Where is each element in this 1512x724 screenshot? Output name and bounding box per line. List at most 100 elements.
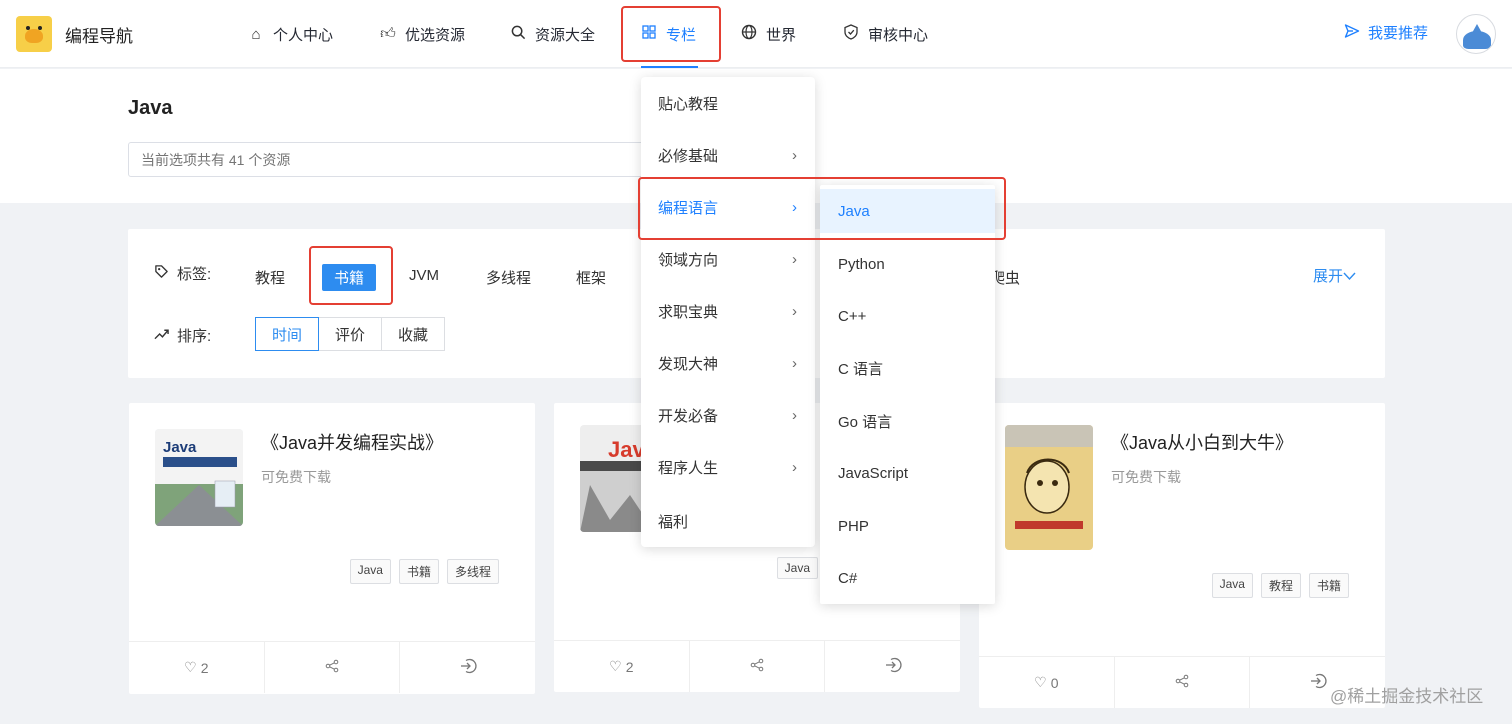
open-link-button[interactable] bbox=[399, 642, 535, 693]
nav-item-label: 优选资源 bbox=[405, 26, 466, 44]
card-footer: ♡ 2 bbox=[554, 640, 960, 692]
recommend-label: 我要推荐 bbox=[1368, 25, 1429, 42]
menu-item-domains[interactable]: 领域方向 › bbox=[641, 233, 815, 285]
share-icon bbox=[750, 658, 764, 675]
globe-icon bbox=[740, 24, 758, 44]
card-tag[interactable]: Java bbox=[776, 557, 818, 579]
tags-row-label: 标签: bbox=[154, 263, 211, 284]
recommend-button[interactable]: 我要推荐 bbox=[1344, 22, 1428, 43]
menu-item-label: 领域方向 bbox=[658, 251, 719, 269]
card-subtitle: 可免费下载 bbox=[1111, 469, 1181, 485]
tags-label: 标签: bbox=[177, 266, 212, 283]
sort-row-label: 排序: bbox=[154, 325, 211, 346]
highlight-box-programming-languages bbox=[638, 177, 1006, 240]
submenu-item-python[interactable]: Python bbox=[820, 238, 995, 290]
share-button[interactable] bbox=[688, 641, 825, 692]
tag-filter-jvm[interactable]: JVM bbox=[409, 267, 439, 284]
card-tags: Java 教程 书籍 bbox=[1211, 573, 1349, 598]
card-tag[interactable]: 教程 bbox=[1260, 573, 1301, 598]
highlight-box-columns bbox=[621, 6, 721, 62]
chevron-right-icon: › bbox=[792, 146, 797, 164]
card-tag[interactable]: 多线程 bbox=[446, 559, 499, 584]
submenu-item-c[interactable]: C 语言 bbox=[820, 342, 995, 394]
heart-icon: ♡ bbox=[609, 658, 622, 674]
columns-dropdown-menu: 贴心教程 必修基础 › 编程语言 › 领域方向 › 求职宝典 › 发现大神 › 开发必备 ›… bbox=[641, 77, 815, 547]
enter-icon bbox=[459, 657, 477, 678]
menu-item-discover-experts[interactable]: 发现大神 › bbox=[641, 337, 815, 389]
chevron-down-icon bbox=[1343, 268, 1356, 285]
duck-beak-icon bbox=[25, 29, 43, 43]
card-title[interactable]: 《Java并发编程实战》 bbox=[261, 429, 443, 455]
sort-by-time-button[interactable]: 时间 bbox=[255, 317, 319, 351]
trend-icon bbox=[154, 327, 169, 344]
nav-item-label: 资源大全 bbox=[535, 26, 596, 44]
nav-item-label: 世界 bbox=[766, 26, 797, 44]
page-title: Java bbox=[128, 97, 173, 119]
menu-item-programmer-life[interactable]: 程序人生 › bbox=[641, 441, 815, 493]
resource-card[interactable]: Java 《Java并发编程实战》 可免费下载 Java 书籍 多线程 ♡ 2 bbox=[129, 403, 535, 694]
card-tag[interactable]: Java bbox=[349, 559, 391, 584]
nav-item-selected-resources[interactable]: 👍︎ 优选资源 bbox=[379, 20, 465, 48]
like-button[interactable]: ♡ 2 bbox=[129, 642, 264, 693]
sort-by-rating-button[interactable]: 评价 bbox=[318, 317, 382, 351]
card-tag[interactable]: Java bbox=[1211, 573, 1253, 598]
menu-item-fundamentals[interactable]: 必修基础 › bbox=[641, 129, 815, 181]
send-icon bbox=[1344, 23, 1360, 43]
sort-label: 排序: bbox=[177, 328, 212, 345]
sort-button-group: 时间 评价 收藏 bbox=[255, 317, 445, 351]
shield-icon bbox=[842, 24, 860, 44]
brand-name[interactable]: 编程导航 bbox=[65, 22, 133, 47]
enter-icon bbox=[884, 656, 902, 677]
submenu-item-cpp[interactable]: C++ bbox=[820, 290, 995, 342]
search-input[interactable] bbox=[128, 142, 648, 177]
expand-tags-button[interactable]: 展开 bbox=[1313, 265, 1356, 286]
logo[interactable] bbox=[16, 16, 52, 52]
sort-by-favorites-button[interactable]: 收藏 bbox=[381, 317, 445, 351]
nav-item-world[interactable]: 世界 bbox=[740, 20, 796, 48]
share-button[interactable] bbox=[263, 642, 400, 693]
top-nav-bar: 编程导航 ⌂ 个人中心 👍︎ 优选资源 资源大全 专栏 世界 审核中心 我要推荐 bbox=[0, 0, 1512, 68]
search-icon bbox=[509, 25, 527, 44]
share-button[interactable] bbox=[1113, 657, 1250, 708]
like-button[interactable]: ♡ 0 bbox=[979, 657, 1114, 708]
resource-card[interactable]: 《Java从小白到大牛》 可免费下载 Java 教程 书籍 ♡ 0 bbox=[979, 403, 1385, 708]
menu-item-label: 福利 bbox=[658, 513, 689, 531]
card-tag[interactable]: 书籍 bbox=[1308, 573, 1349, 598]
menu-item-job-guide[interactable]: 求职宝典 › bbox=[641, 285, 815, 337]
nav-item-personal-center[interactable]: ⌂ 个人中心 bbox=[247, 20, 333, 48]
menu-item-dev-essentials[interactable]: 开发必备 › bbox=[641, 389, 815, 441]
card-tag[interactable]: 书籍 bbox=[398, 559, 439, 584]
submenu-item-javascript[interactable]: JavaScript bbox=[820, 447, 995, 499]
menu-item-benefits[interactable]: 福利 bbox=[641, 495, 815, 547]
like-button[interactable]: ♡ 2 bbox=[554, 641, 689, 692]
language-submenu: Java Python C++ C 语言 Go 语言 JavaScript PH… bbox=[820, 185, 995, 604]
nav-active-underline bbox=[641, 66, 698, 68]
book-cover-image[interactable]: Java bbox=[155, 429, 243, 526]
submenu-item-go[interactable]: Go 语言 bbox=[820, 395, 995, 447]
expand-label: 展开 bbox=[1313, 268, 1344, 285]
card-title[interactable]: 《Java从小白到大牛》 bbox=[1111, 429, 1293, 455]
chevron-right-icon: › bbox=[792, 250, 797, 268]
book-cover-image[interactable] bbox=[1005, 425, 1093, 550]
submenu-item-php[interactable]: PHP bbox=[820, 500, 995, 552]
avatar[interactable] bbox=[1456, 14, 1496, 54]
watermark: @稀土掘金技术社区 bbox=[1330, 687, 1484, 706]
menu-item-tutorials[interactable]: 贴心教程 bbox=[641, 77, 815, 129]
nav-item-review-center[interactable]: 审核中心 bbox=[842, 20, 928, 48]
nav-item-all-resources[interactable]: 资源大全 bbox=[509, 20, 595, 48]
card-subtitle: 可免费下载 bbox=[261, 469, 331, 485]
highlight-box-books bbox=[309, 246, 393, 305]
tag-filter-multithreading[interactable]: 多线程 bbox=[486, 267, 531, 288]
card-tags: Java 书籍 多线程 bbox=[349, 559, 499, 584]
chevron-right-icon: › bbox=[792, 302, 797, 320]
menu-item-label: 必修基础 bbox=[658, 147, 719, 165]
nav-item-label: 个人中心 bbox=[273, 26, 334, 44]
tag-filter-framework[interactable]: 框架 bbox=[576, 267, 606, 288]
like-count: 2 bbox=[625, 658, 634, 675]
menu-item-label: 贴心教程 bbox=[658, 95, 719, 113]
open-link-button[interactable] bbox=[824, 641, 960, 692]
submenu-item-csharp[interactable]: C# bbox=[820, 552, 995, 604]
thumbs-up-icon: 👍︎ bbox=[380, 25, 396, 42]
tag-filter-tutorial[interactable]: 教程 bbox=[255, 267, 285, 288]
like-count: 0 bbox=[1050, 674, 1059, 691]
